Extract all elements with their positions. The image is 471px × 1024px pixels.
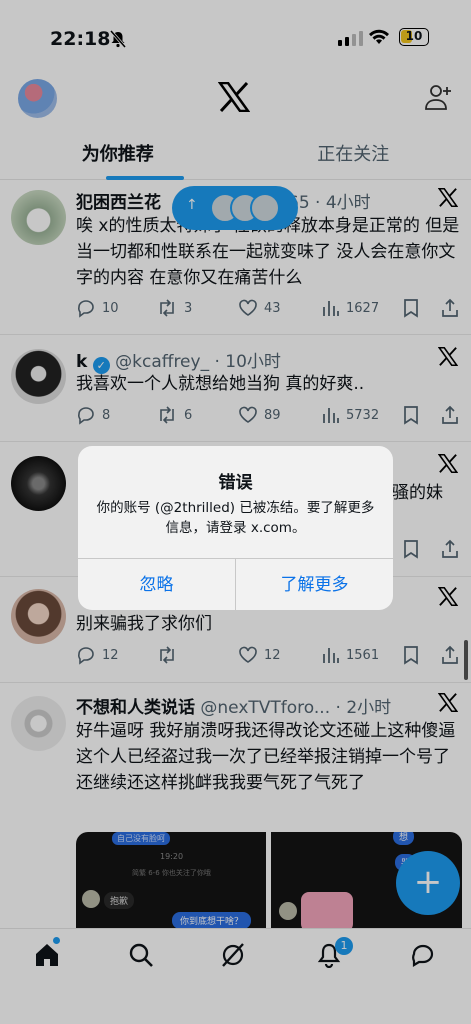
dialog-title: 错误 <box>218 473 253 493</box>
error-dialog: 错误 你的账号 (@2thrilled) 已被冻结。要了解更多信息，请登录 x.… <box>78 446 393 610</box>
dialog-buttons: 忽略 了解更多 <box>78 558 393 610</box>
learn-more-button[interactable]: 了解更多 <box>235 559 393 610</box>
dialog-message: 你的账号 (@2thrilled) 已被冻结。要了解更多信息，请登录 x.com… <box>96 500 375 536</box>
dismiss-button[interactable]: 忽略 <box>78 559 235 610</box>
